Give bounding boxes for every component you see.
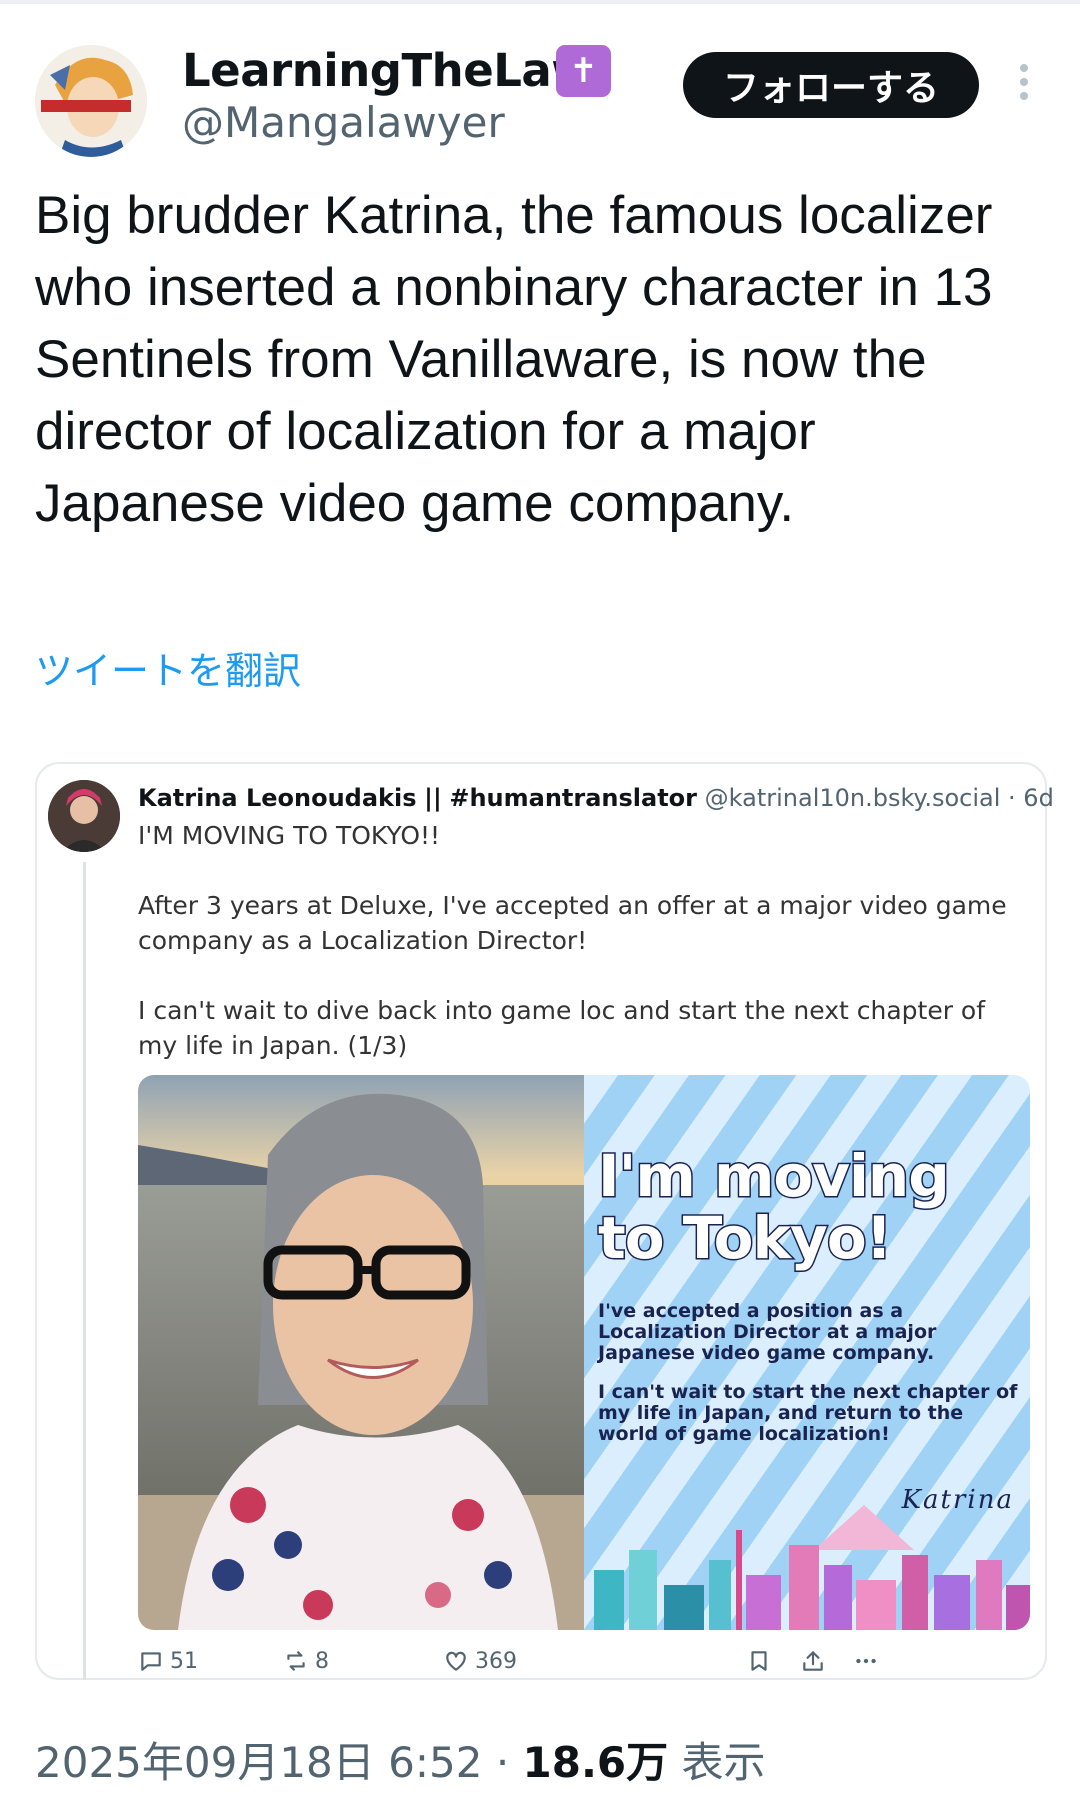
top-divider (0, 0, 1080, 4)
repost-count: 8 (315, 1648, 329, 1674)
quoted-author-name[interactable]: Katrina Leonoudakis (138, 784, 417, 812)
bookmark-icon (751, 1651, 767, 1671)
meta-dot: · (1008, 784, 1016, 812)
quoted-author-hashtag[interactable]: #humantranslator (449, 784, 697, 812)
quoted-post-text: I'M MOVING TO TOKYO!! After 3 years at D… (138, 821, 1007, 1060)
translate-tweet-link[interactable]: ツイートを翻訳 (35, 640, 301, 695)
tweet-text: Big brudder Katrina, the famous localize… (35, 186, 993, 533)
tokyo-skyline-illustration (594, 1505, 1030, 1630)
quoted-author-avatar[interactable] (48, 780, 120, 852)
quoted-author-handle[interactable]: @katrinal10n.bsky.social (705, 784, 1001, 812)
tweet-footer: 2025年09月18日 6:52 · 18.6万 表示 (35, 1742, 766, 1784)
footer-dot: · (495, 1738, 510, 1787)
graphic-body: I've accepted a position as a Localizati… (598, 1301, 1018, 1445)
author-display-name[interactable]: LearningTheLaw (182, 48, 593, 93)
bookmark-action[interactable] (746, 1648, 778, 1674)
graphic-paragraph-2: I can't wait to start the next chapter o… (598, 1381, 1018, 1445)
quoted-post-actions: 51 8 369 (138, 1648, 1038, 1684)
quoted-post-time[interactable]: 6d (1023, 784, 1054, 812)
cross-emoji-badge: ✝ (556, 45, 611, 97)
repost-action[interactable]: 8 (283, 1648, 329, 1674)
like-icon (446, 1651, 466, 1671)
quoted-post-header: Katrina Leonoudakis || #humantranslator … (138, 783, 1054, 813)
reply-count: 51 (170, 1648, 198, 1674)
follow-button[interactable]: フォローする (683, 52, 979, 118)
author-avatar[interactable] (35, 45, 147, 157)
like-count: 369 (475, 1648, 517, 1674)
author-handle[interactable]: @Mangalawyer (182, 102, 505, 144)
selfie-photo (138, 1075, 584, 1630)
thread-line (83, 862, 86, 1680)
share-icon (803, 1651, 823, 1671)
graphic-paragraph-1: I've accepted a position as a Localizati… (598, 1300, 937, 1364)
more-horizontal-action[interactable] (853, 1648, 885, 1674)
view-count: 18.6万 (522, 1738, 669, 1787)
tweet-datetime[interactable]: 2025年09月18日 6:52 (35, 1738, 482, 1787)
like-action[interactable]: 369 (443, 1648, 517, 1674)
announcement-graphic: I'm moving to Tokyo! I've accepted a pos… (584, 1075, 1030, 1630)
more-vertical-icon[interactable] (1012, 64, 1036, 104)
reply-icon (141, 1652, 161, 1671)
reply-action[interactable]: 51 (138, 1648, 198, 1674)
graphic-title: I'm moving to Tokyo! (597, 1142, 952, 1272)
views-label: 表示 (681, 1738, 766, 1787)
more-horizontal-icon (856, 1658, 876, 1664)
repost-icon (287, 1651, 305, 1671)
share-action[interactable] (800, 1648, 832, 1674)
quoted-post-media[interactable]: I'm moving to Tokyo! I've accepted a pos… (138, 1075, 1030, 1630)
quoted-author-separator: || (424, 784, 442, 812)
